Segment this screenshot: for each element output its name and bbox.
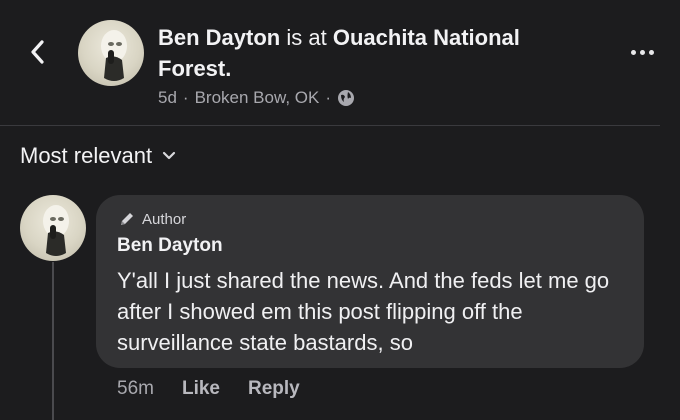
meta-separator-2: · — [325, 88, 331, 107]
actor-name-link[interactable]: Ben Dayton — [158, 25, 280, 50]
connector-text: is at — [286, 25, 327, 50]
profile-photo — [101, 30, 127, 81]
chevron-left-icon — [31, 40, 44, 64]
chevron-down-icon — [162, 151, 176, 160]
reply-button[interactable]: Reply — [248, 378, 300, 400]
comment-sort-dropdown[interactable]: Most relevant — [20, 143, 176, 169]
author-badge: Author — [118, 210, 186, 228]
post-location[interactable]: Broken Bow, OK — [195, 88, 320, 108]
avatar[interactable] — [78, 20, 144, 86]
more-options-button[interactable] — [620, 40, 664, 64]
pencil-icon — [121, 213, 133, 225]
commenter-name[interactable]: Ben Dayton — [117, 235, 223, 257]
comment-actions: 56m Like Reply — [117, 378, 300, 400]
globe-icon — [338, 90, 354, 106]
comment-avatar[interactable] — [20, 195, 86, 261]
comment-text: Y'all I just shared the news. And the fe… — [117, 268, 610, 355]
place-line-1: Ouachita National — [332, 25, 520, 50]
profile-photo — [43, 205, 69, 256]
sort-label: Most relevant — [20, 143, 153, 168]
place-line-2: Forest. — [158, 56, 232, 81]
like-button[interactable]: Like — [182, 378, 220, 400]
back-button[interactable] — [22, 34, 52, 70]
header-divider — [0, 125, 660, 126]
thread-line — [52, 262, 54, 420]
post-meta: 5d · Broken Bow, OK · — [158, 88, 355, 108]
comment-time: 56m — [117, 378, 154, 399]
post-time: 5d — [158, 88, 177, 107]
post-header-title: Ben Dayton is at Ouachita National Forest… — [158, 22, 598, 84]
post-comments-screen: Ben Dayton is at Ouachita National Forest… — [0, 0, 680, 420]
ellipsis-dot — [630, 49, 636, 55]
author-badge-label: Author — [142, 210, 187, 228]
ellipsis-dot — [648, 49, 654, 55]
meta-separator: · — [182, 88, 189, 107]
ellipsis-dot — [639, 49, 645, 55]
